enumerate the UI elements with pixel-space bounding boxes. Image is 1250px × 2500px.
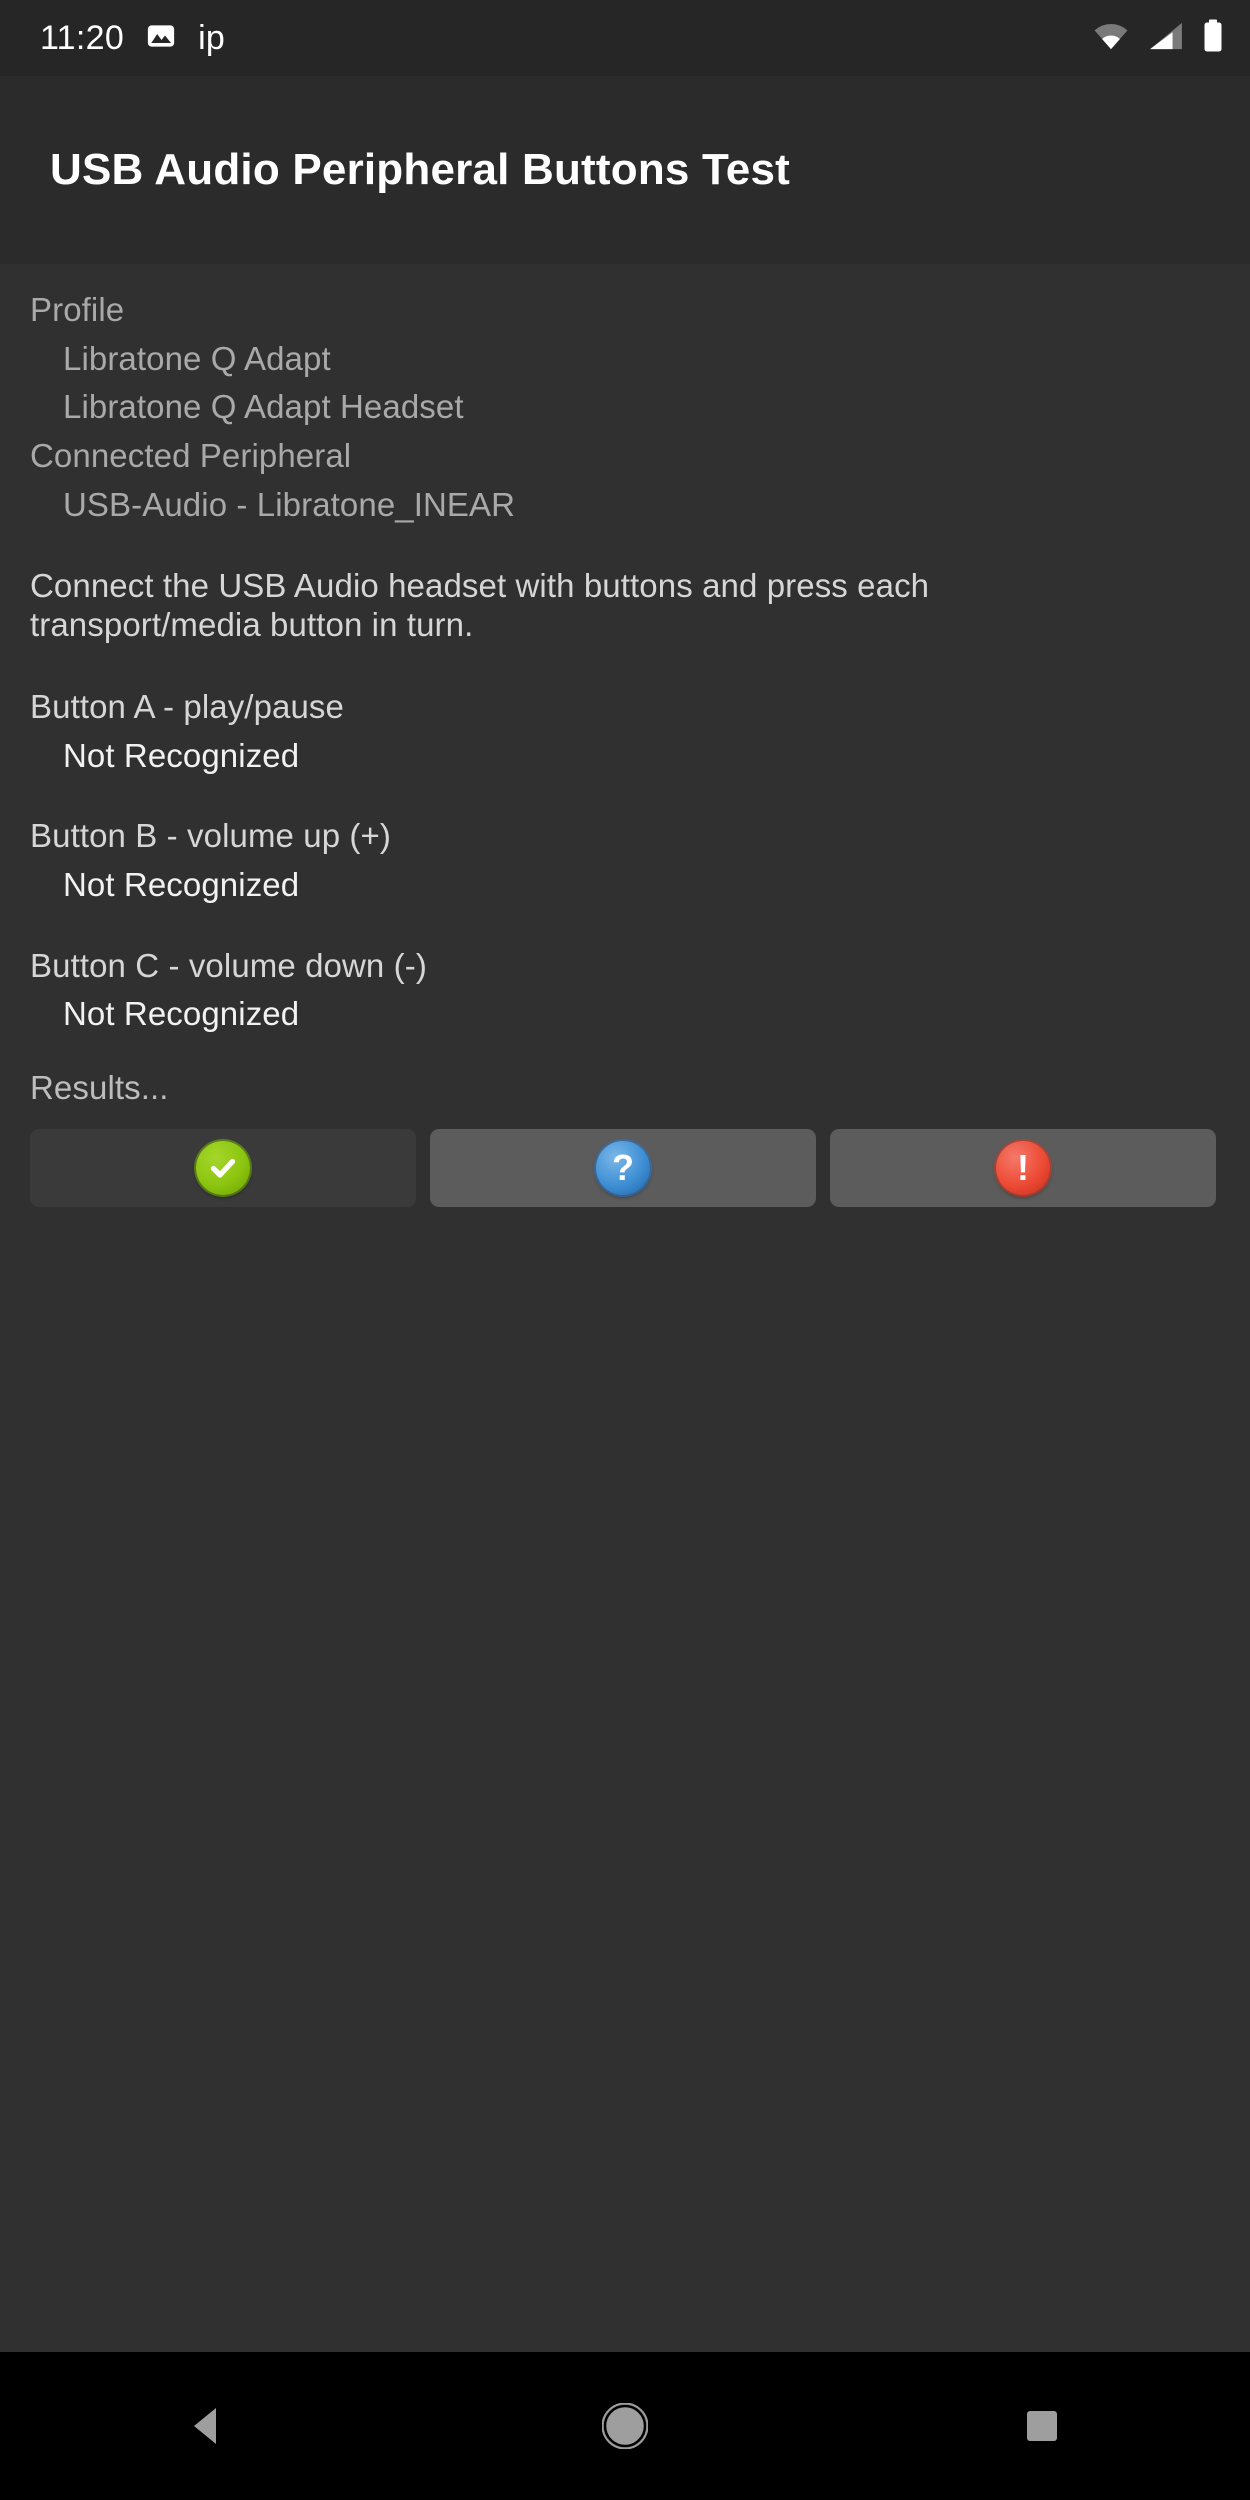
profile-value-1: Libratone Q Adapt Headset [63, 388, 464, 426]
check-circle-icon [196, 1140, 250, 1195]
status-bar: 11:20 ip [0, 0, 1250, 76]
navigation-bar [0, 2352, 1250, 2500]
wifi-icon [1092, 21, 1130, 56]
action-bar: USB Audio Peripheral Buttons Test [0, 76, 1250, 264]
page-title: USB Audio Peripheral Buttons Test [50, 145, 790, 194]
home-icon[interactable] [550, 2352, 700, 2500]
connected-peripheral-value-0: USB-Audio - Libratone_INEAR [63, 485, 516, 523]
button-a-label: Button A - play/pause [30, 688, 344, 725]
exclamation-glyph: ! [1017, 1146, 1029, 1188]
info-button[interactable]: ? [430, 1128, 816, 1207]
status-bar-right [1092, 19, 1224, 58]
button-c-status: Not Recognized [63, 995, 300, 1033]
recents-icon[interactable] [967, 2352, 1117, 2500]
status-bar-left: 11:20 ip [40, 19, 225, 58]
status-notification-text: ip [198, 18, 226, 57]
connected-peripheral-label: Connected Peripheral [30, 436, 352, 474]
fail-button[interactable]: ! [830, 1128, 1216, 1207]
exclamation-circle-icon: ! [996, 1140, 1050, 1195]
back-icon[interactable] [133, 2352, 283, 2500]
phone-screen: 11:20 ip USB Audio Peripheral Buttons Te… [0, 0, 1250, 2500]
question-circle-icon: ? [596, 1140, 650, 1195]
pass-button[interactable] [30, 1128, 416, 1207]
button-a-status: Not Recognized [63, 736, 300, 774]
result-button-row: ? ! [30, 1128, 1220, 1207]
cell-signal-icon [1148, 21, 1184, 56]
profile-value-0: Libratone Q Adapt [63, 339, 331, 377]
battery-full-icon [1202, 19, 1224, 58]
profile-label: Profile [30, 291, 125, 328]
image-icon [146, 21, 176, 56]
question-glyph: ? [612, 1146, 634, 1188]
button-c-label: Button C - volume down (-) [30, 946, 427, 984]
button-b-status: Not Recognized [63, 865, 300, 903]
results-label: Results... [30, 1068, 169, 1106]
button-b-label: Button B - volume up (+) [30, 817, 391, 855]
content-area: Profile Libratone Q Adapt Libratone Q Ad… [0, 264, 1250, 2352]
status-clock: 11:20 [40, 18, 125, 57]
instructions-text: Connect the USB Audio headset with butto… [30, 567, 930, 644]
